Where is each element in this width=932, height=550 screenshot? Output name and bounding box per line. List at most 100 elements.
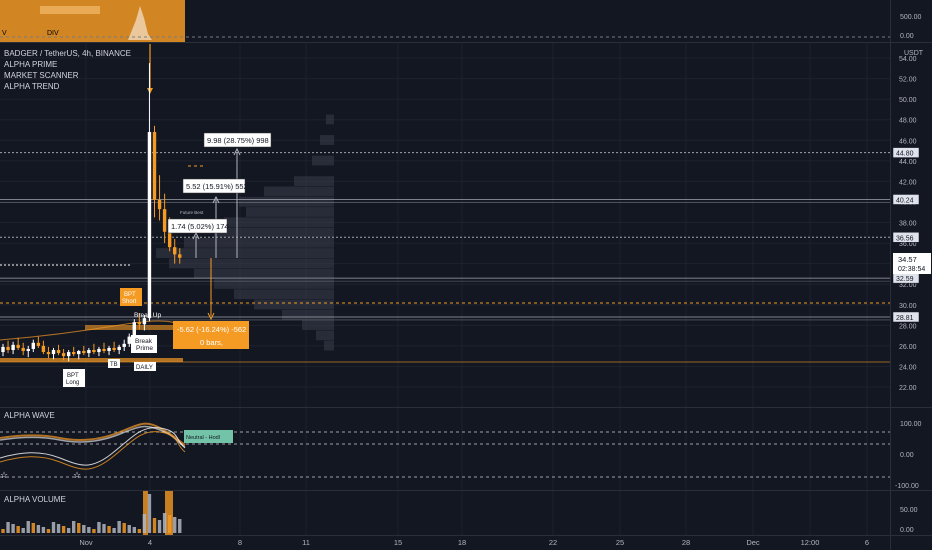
price-tick: 54.00 bbox=[899, 56, 917, 63]
candle-body bbox=[87, 349, 91, 354]
candle-body bbox=[97, 348, 101, 353]
candle-body bbox=[173, 247, 177, 255]
candle-body bbox=[167, 231, 172, 248]
svg-text:Long: Long bbox=[66, 380, 79, 386]
volume-axis-0: 0.00 bbox=[900, 527, 914, 534]
volume-axis-50: 50.00 bbox=[900, 507, 918, 514]
candle-body bbox=[16, 344, 20, 348]
volume-bar bbox=[102, 524, 106, 533]
alpha-volume-title: ALPHA VOLUME bbox=[4, 495, 66, 504]
volume-bar bbox=[31, 523, 35, 533]
candle-body bbox=[82, 351, 86, 354]
signal-break-prime: Break Prime bbox=[131, 335, 157, 353]
volume-bar bbox=[107, 526, 111, 533]
svg-text:0 bars,: 0 bars, bbox=[200, 338, 223, 347]
level-tag-value: 32.59 bbox=[896, 276, 914, 283]
chart-canvas[interactable]: V DIV 500.00 0.00 9.98 (28.75%) 998 5.52… bbox=[0, 0, 932, 550]
volume-bar bbox=[147, 494, 152, 533]
svg-text:5.52 (15.91%) 552: 5.52 (15.91%) 552 bbox=[186, 182, 248, 191]
time-tick: 15 bbox=[394, 538, 402, 547]
volume-bar bbox=[56, 524, 61, 533]
target-2-label: 5.52 (15.91%) 552 bbox=[182, 178, 248, 194]
alpha-wave-title: ALPHA WAVE bbox=[4, 411, 55, 420]
svg-text:TB: TB bbox=[110, 362, 118, 368]
candle-body bbox=[41, 345, 46, 353]
target-3-label: 9.98 (28.75%) 998 bbox=[203, 132, 272, 148]
volume-bar bbox=[157, 520, 162, 533]
volume-bar bbox=[122, 523, 126, 533]
top-pane-label-div: DIV bbox=[47, 30, 59, 37]
time-tick: 8 bbox=[238, 538, 242, 547]
symbol-line[interactable]: BADGER / TetherUS, 4h, BINANCE bbox=[4, 48, 131, 59]
candle-body bbox=[61, 353, 66, 357]
indicator-market-scanner[interactable]: MARKET SCANNER bbox=[4, 70, 131, 81]
candle-body bbox=[31, 342, 35, 349]
time-tick: 18 bbox=[458, 538, 466, 547]
volume-bar bbox=[16, 526, 20, 533]
wave-axis-neg100: -100.00 bbox=[895, 483, 919, 490]
time-tick: Dec bbox=[746, 538, 760, 547]
candle-body bbox=[72, 352, 76, 355]
price-tick: 42.00 bbox=[899, 179, 917, 186]
svg-text:1.74 (5.02%) 174: 1.74 (5.02%) 174 bbox=[171, 222, 229, 231]
volume-bar bbox=[26, 521, 30, 533]
volume-bar bbox=[127, 525, 131, 533]
price-tick: 22.00 bbox=[899, 385, 917, 392]
candle-body bbox=[92, 349, 96, 353]
level-tag-value: 28.81 bbox=[896, 315, 914, 322]
price-tick: 26.00 bbox=[899, 344, 917, 351]
time-tick: 4 bbox=[148, 538, 152, 547]
volume-bar bbox=[112, 528, 116, 533]
currency-label: USDT bbox=[904, 50, 924, 57]
time-tick: 28 bbox=[682, 538, 690, 547]
candle-body bbox=[51, 349, 56, 355]
volume-bar bbox=[21, 528, 25, 533]
time-tick: Nov bbox=[79, 538, 93, 547]
wave-tag: Neutral - Hodl bbox=[186, 435, 220, 441]
top-pane-label-v: V bbox=[2, 30, 7, 37]
candle-body bbox=[11, 344, 15, 350]
price-tick: 46.00 bbox=[899, 138, 917, 145]
candle-body bbox=[46, 352, 51, 355]
candle-body bbox=[112, 347, 116, 350]
candle-body bbox=[1, 346, 5, 353]
signal-tb: TB bbox=[108, 359, 120, 368]
candle-body bbox=[142, 318, 147, 325]
current-price-tag: 34.57 02:38:54 bbox=[893, 253, 931, 274]
indicator-alpha-prime[interactable]: ALPHA PRIME bbox=[4, 59, 131, 70]
svg-text:Break Up: Break Up bbox=[134, 312, 161, 319]
volume-bar bbox=[178, 519, 182, 533]
volume-bar bbox=[51, 522, 56, 533]
candle-body bbox=[132, 322, 136, 337]
volume-bar bbox=[46, 529, 51, 533]
volume-bar bbox=[167, 515, 172, 533]
svg-text:Prime: Prime bbox=[136, 345, 153, 352]
candle-body bbox=[157, 199, 162, 210]
volume-bar bbox=[72, 521, 76, 533]
indicator-alpha-trend[interactable]: ALPHA TREND bbox=[4, 81, 131, 92]
svg-text:Break: Break bbox=[135, 338, 153, 345]
volume-bar bbox=[152, 518, 157, 533]
countdown: 02:38:54 bbox=[898, 266, 925, 273]
candle-body bbox=[107, 347, 111, 352]
svg-text:9.98 (28.75%) 998: 9.98 (28.75%) 998 bbox=[207, 136, 269, 145]
volume-bar bbox=[82, 525, 86, 533]
future-best-label: Future Best bbox=[180, 210, 204, 215]
candle-body bbox=[26, 348, 30, 352]
volume-bar bbox=[173, 517, 177, 533]
volume-bar bbox=[92, 529, 96, 533]
svg-text:Short: Short bbox=[122, 299, 137, 305]
target-1-label: 1.74 (5.02%) 174 bbox=[167, 218, 229, 234]
top-pane-axis-0: 0.00 bbox=[900, 33, 914, 40]
svg-text:-5.62 (-16.24%) -562: -5.62 (-16.24%) -562 bbox=[177, 325, 246, 334]
candle-body bbox=[137, 322, 142, 325]
volume-bar bbox=[41, 527, 46, 533]
volume-bar bbox=[1, 529, 5, 533]
candle-body bbox=[147, 132, 152, 319]
time-tick: 22 bbox=[549, 538, 557, 547]
volume-bar bbox=[87, 527, 91, 533]
candle-body bbox=[21, 347, 25, 352]
volume-bar bbox=[142, 514, 147, 533]
signal-daily: DAILY bbox=[134, 362, 156, 371]
chart-legend: BADGER / TetherUS, 4h, BINANCE ALPHA PRI… bbox=[4, 48, 131, 92]
